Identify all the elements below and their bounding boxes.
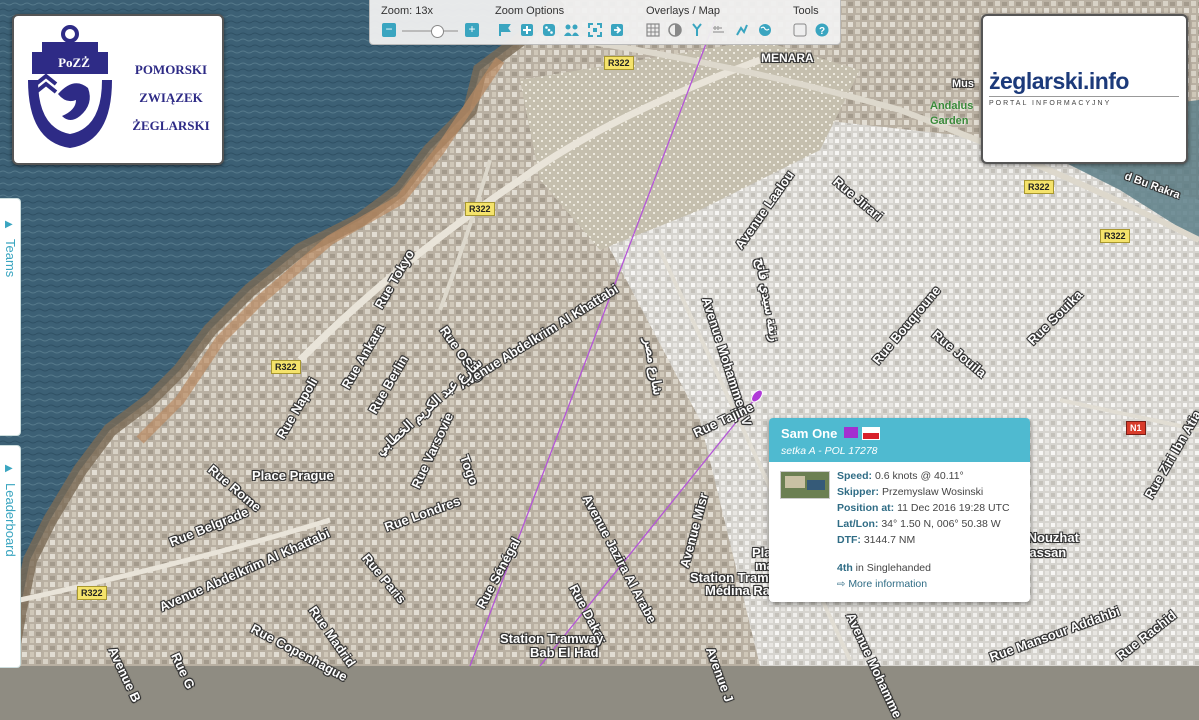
road-shield: R322 — [1100, 229, 1130, 243]
latlon-row: Lat/Lon: 34° 1.50 N, 006° 50.38 W — [837, 518, 1001, 530]
teams-tab-label: Teams — [3, 239, 18, 278]
skipper-row: Skipper: Przemyslaw Wosinski — [837, 486, 984, 498]
route-icon[interactable] — [735, 23, 749, 37]
zoom-options-label: Zoom Options — [495, 5, 565, 17]
map-label: Andalus — [930, 100, 974, 112]
logo-subtitle: PORTAL INFORMACYJNY — [989, 100, 1112, 107]
zoom-slider-handle[interactable] — [430, 25, 444, 38]
external-link-icon: ⇨ — [837, 579, 846, 590]
help-icon[interactable]: ? — [815, 23, 829, 37]
zoom-label: Zoom: 13x — [381, 5, 433, 17]
leaderboard-tab[interactable]: ▶ Leaderboard — [0, 445, 21, 668]
position-row: Position at: 11 Dec 2016 19:28 UTC — [837, 502, 1010, 514]
zoom-out-button[interactable]: − — [382, 23, 396, 37]
logo-abbrev: PoZŻ — [58, 55, 90, 70]
zoom-plus-icon[interactable] — [520, 23, 534, 37]
popup-header: Sam One setka A - POL 17278 — [769, 418, 1030, 462]
zeglarski-info-logo[interactable]: żeglarski.info PORTAL INFORMACYJNY — [981, 14, 1188, 164]
road-shield: R322 — [1024, 180, 1054, 194]
teams-tab[interactable]: ▶ Teams — [0, 198, 21, 436]
road-shield: R322 — [271, 360, 301, 374]
map-label: MENARA — [761, 51, 814, 65]
zoom-slider[interactable] — [402, 25, 458, 38]
chevron-right-icon: ▶ — [5, 463, 13, 474]
flag-icon[interactable] — [498, 23, 512, 37]
globe-icon[interactable] — [758, 23, 772, 37]
anchor-emblem-icon — [28, 25, 112, 148]
map-label: Garden — [930, 115, 969, 127]
map-toolbar: Zoom: 13x Zoom Options Overlays / Map To… — [369, 0, 841, 45]
grid-icon[interactable] — [646, 23, 660, 37]
svg-text:?: ? — [819, 26, 825, 37]
dice-icon[interactable] — [542, 23, 556, 37]
speed-row: Speed: 0.6 knots @ 40.11° — [837, 470, 964, 482]
road-shield: R322 — [465, 202, 495, 216]
overlays-map-label: Overlays / Map — [646, 5, 720, 17]
road-shield: R322 — [604, 56, 634, 70]
leaderboard-tab-label: Leaderboard — [3, 483, 18, 557]
logo-text: POMORSKI ZWIĄZEK ŻEGLARSKI — [122, 56, 220, 140]
more-info-link[interactable]: ⇨ More information — [837, 578, 927, 590]
pozz-logo[interactable]: PoZŻ POMORSKI ZWIĄZEK ŻEGLARSKI — [12, 14, 224, 165]
contrast-icon[interactable] — [668, 23, 682, 37]
team-color-flag-icon — [844, 427, 858, 438]
tools-label: Tools — [793, 5, 819, 17]
logo-line: POMORSKI — [134, 62, 208, 77]
logo-line: ŻEGLARSKI — [132, 118, 210, 133]
poland-flag-icon — [862, 427, 880, 440]
boat-name: Sam One — [781, 426, 838, 441]
fit-screen-icon[interactable] — [588, 23, 602, 37]
exit-icon[interactable] — [610, 23, 624, 37]
rank-row: 4th in Singlehanded — [837, 562, 931, 574]
chevron-right-icon: ▶ — [5, 219, 13, 230]
boat-photo[interactable] — [780, 471, 830, 499]
map-label: Station Tramway — [500, 631, 604, 646]
branch-icon[interactable] — [690, 23, 704, 37]
dtf-row: DTF: 3144.7 NM — [837, 534, 916, 546]
map-label: Mus — [952, 78, 974, 90]
map-label: Bab El Had — [530, 645, 599, 660]
boat-info-popup[interactable]: Sam One setka A - POL 17278 Speed: 0.6 k… — [769, 418, 1030, 602]
map-label: Médina Rab — [705, 583, 778, 598]
road-shield: R322 — [77, 586, 107, 600]
group-icon[interactable] — [564, 23, 579, 37]
boat-subtitle: setka A - POL 17278 — [781, 445, 878, 457]
logo-line: ZWIĄZEK — [139, 90, 203, 105]
zoom-in-button[interactable]: + — [465, 23, 479, 37]
road-shield: N1 — [1126, 421, 1146, 435]
checkbox-tool-icon[interactable] — [793, 23, 807, 37]
wind-icon[interactable] — [712, 23, 726, 37]
logo-title: żeglarski.info — [989, 68, 1129, 94]
map-label: Place Prague — [252, 468, 334, 483]
